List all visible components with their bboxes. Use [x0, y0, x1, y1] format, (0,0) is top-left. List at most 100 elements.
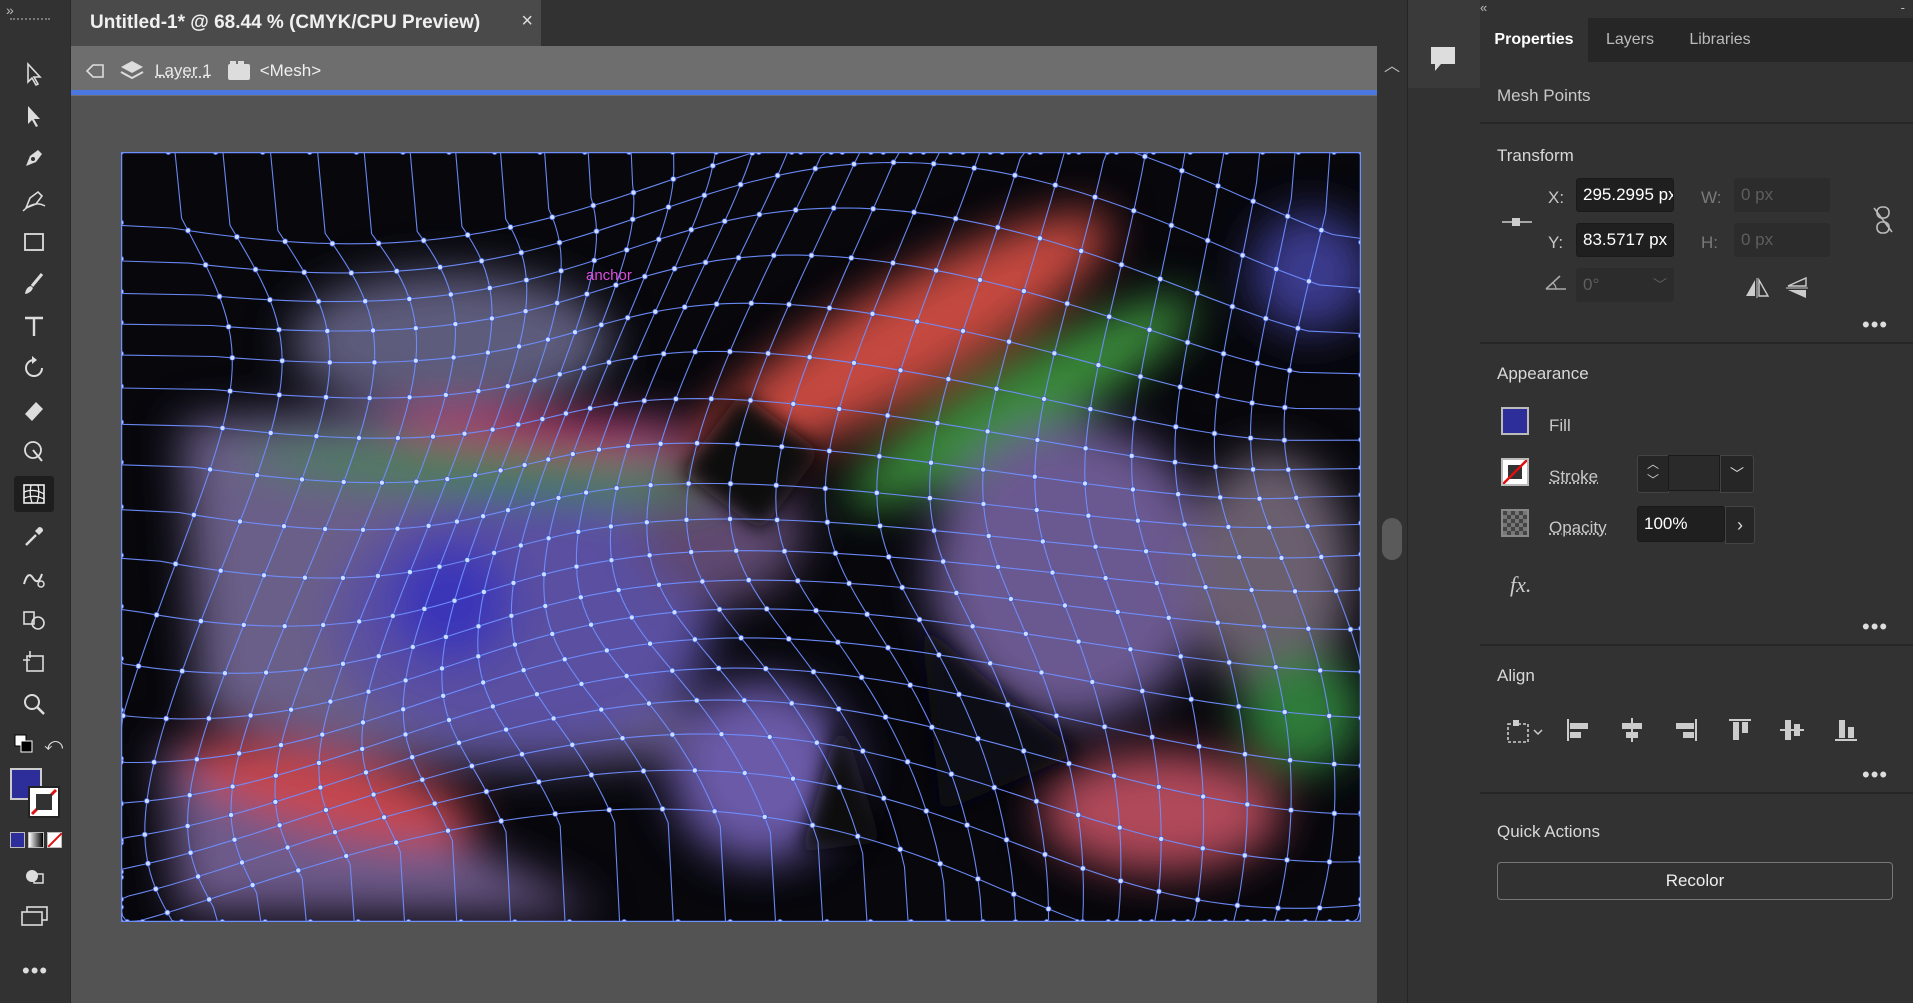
y-field[interactable]: 83.5717 px	[1576, 223, 1674, 257]
chevron-down-icon[interactable]: ﹀	[1653, 275, 1667, 295]
opacity-icon	[1501, 509, 1529, 537]
back-arrow-icon[interactable]	[83, 58, 109, 84]
h-label: H:	[1701, 233, 1718, 252]
stepper-down-icon[interactable]: ﹀	[1638, 472, 1668, 488]
divider	[1480, 792, 1913, 794]
blend-tool-icon[interactable]	[14, 560, 54, 596]
rotate-angle-value: 0°	[1583, 275, 1600, 294]
quick-actions-title: Quick Actions	[1497, 822, 1600, 841]
pen-tool-icon[interactable]	[14, 140, 54, 176]
scroll-up-icon[interactable]: ︿	[1384, 52, 1400, 76]
selection-type-label: Mesh Points	[1497, 86, 1591, 105]
appearance-title: Appearance	[1497, 364, 1589, 383]
document-tab[interactable]: Untitled-1* @ 68.44 % (CMYK/CPU Preview)…	[71, 0, 541, 46]
stroke-weight-field[interactable]	[1668, 455, 1720, 491]
artboard-tool-icon[interactable]	[14, 644, 54, 680]
tools-panel: » ⤺ •••	[0, 0, 71, 1003]
canvas-area[interactable]: anchor	[71, 96, 1377, 1003]
mesh-tool-icon[interactable]	[14, 476, 54, 512]
color-mode-buttons[interactable]	[10, 832, 62, 848]
align-horizontal-center-icon[interactable]	[1618, 716, 1646, 744]
draw-mode-icon[interactable]	[22, 864, 46, 888]
scrollbar-thumb[interactable]	[1382, 518, 1402, 560]
flip-vertical-icon[interactable]	[1784, 274, 1810, 302]
stroke-weight-stepper[interactable]: ︿ ﹀	[1637, 455, 1669, 493]
eraser-tool-icon[interactable]	[14, 392, 54, 428]
flip-horizontal-icon[interactable]	[1742, 276, 1772, 300]
layers-icon	[119, 58, 145, 84]
type-tool-icon[interactable]	[14, 308, 54, 344]
divider	[1480, 342, 1913, 344]
align-to-selection-dropdown[interactable]	[1504, 716, 1548, 746]
tab-properties[interactable]: Properties	[1480, 18, 1588, 62]
collapse-icon[interactable]: »	[6, 2, 14, 18]
align-vertical-center-icon[interactable]	[1778, 716, 1806, 744]
align-left-icon[interactable]	[1564, 716, 1592, 744]
align-bottom-icon[interactable]	[1832, 716, 1860, 744]
zoom-tool-icon[interactable]	[14, 686, 54, 722]
tab-libraries[interactable]: Libraries	[1672, 18, 1768, 62]
expand-collapse-icon[interactable]: «-	[1480, 0, 1913, 18]
tab-layers[interactable]: Layers	[1588, 18, 1672, 62]
opacity-field[interactable]: 100%	[1637, 506, 1725, 542]
reference-point-icon[interactable]	[1500, 212, 1534, 232]
divider	[1480, 122, 1913, 124]
close-icon[interactable]: ×	[521, 10, 533, 33]
align-title: Align	[1497, 666, 1535, 685]
transform-title: Transform	[1497, 146, 1574, 165]
symbol-sprayer-tool-icon[interactable]	[14, 602, 54, 638]
swap-colors-icon[interactable]: ⤺	[44, 734, 64, 754]
w-field[interactable]: 0 px	[1734, 178, 1830, 212]
chevron-right-icon[interactable]: ›	[1725, 506, 1755, 544]
screen-mode-icon[interactable]	[20, 904, 50, 928]
mesh-artwork[interactable]: anchor	[121, 152, 1361, 922]
rectangle-tool-icon[interactable]	[14, 224, 54, 260]
fill-color-swatch[interactable]	[1501, 407, 1529, 435]
warp-tool-icon[interactable]	[14, 434, 54, 470]
isolation-layer-link[interactable]: Layer 1	[155, 61, 212, 81]
default-colors-icon[interactable]	[14, 734, 34, 754]
stroke-swatch-none[interactable]	[28, 786, 60, 818]
h-field[interactable]: 0 px	[1734, 223, 1830, 257]
collapsed-panel-dock	[1407, 0, 1481, 1003]
constrain-proportions-icon[interactable]	[1870, 204, 1896, 236]
divider	[1480, 644, 1913, 646]
rotate-angle-icon	[1544, 272, 1570, 292]
fx-effects-button[interactable]: fx.	[1510, 572, 1531, 598]
properties-panel: «- Properties Layers Libraries Mesh Poin…	[1480, 0, 1913, 1003]
panel-grip[interactable]	[10, 18, 50, 26]
isolation-object-label: <Mesh>	[259, 61, 322, 80]
appearance-more-options-icon[interactable]: •••	[1862, 614, 1888, 640]
selection-tool-icon[interactable]	[14, 56, 54, 92]
document-tab-title: Untitled-1* @ 68.44 % (CMYK/CPU Preview)	[90, 12, 481, 33]
direct-selection-tool-icon[interactable]	[14, 98, 54, 134]
curvature-tool-icon[interactable]	[14, 182, 54, 218]
recolor-button[interactable]: Recolor	[1497, 862, 1893, 900]
rotate-tool-icon[interactable]	[14, 350, 54, 386]
stroke-color-swatch[interactable]	[1501, 458, 1529, 486]
paintbrush-tool-icon[interactable]	[14, 266, 54, 302]
x-field[interactable]: 295.2995 px	[1576, 178, 1674, 212]
y-label: Y:	[1548, 233, 1564, 252]
x-label: X:	[1548, 188, 1565, 207]
align-right-icon[interactable]	[1672, 716, 1700, 744]
fill-label: Fill	[1549, 416, 1571, 435]
transform-more-options-icon[interactable]: •••	[1862, 312, 1888, 338]
edit-toolbar-more-icon[interactable]: •••	[22, 958, 48, 984]
anchor-annotation: anchor	[586, 267, 632, 284]
chevron-down-icon[interactable]: ﹀	[1720, 455, 1754, 493]
group-folder-icon	[226, 59, 252, 83]
stroke-label[interactable]: Stroke	[1549, 467, 1598, 487]
isolation-mode-bar: Layer 1 <Mesh>	[71, 46, 1377, 96]
align-more-options-icon[interactable]: •••	[1862, 762, 1888, 788]
stepper-up-icon[interactable]: ︿	[1638, 456, 1668, 472]
align-top-icon[interactable]	[1726, 716, 1754, 744]
opacity-label[interactable]: Opacity	[1549, 518, 1607, 538]
eyedropper-tool-icon[interactable]	[14, 518, 54, 554]
panel-tab-bar: Properties Layers Libraries	[1480, 18, 1913, 62]
comments-button[interactable]	[1408, 0, 1480, 88]
isolation-accent-line	[71, 90, 1377, 95]
rotate-angle-field[interactable]: 0° ﹀	[1576, 268, 1674, 302]
comment-icon	[1426, 42, 1460, 76]
w-label: W:	[1701, 188, 1722, 207]
